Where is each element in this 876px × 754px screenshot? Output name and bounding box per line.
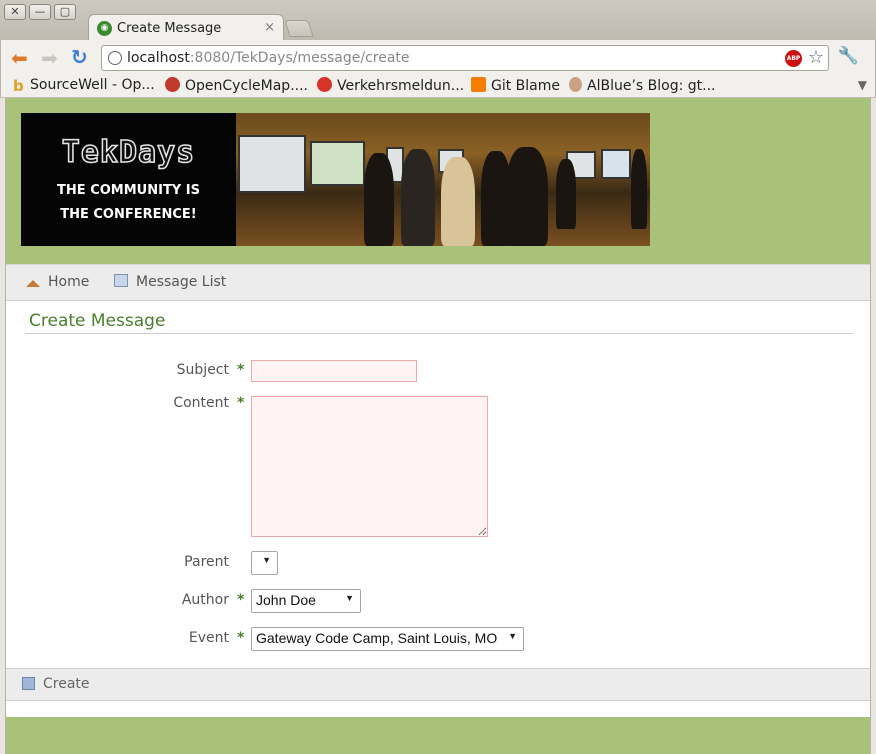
main-nav: Home Message List xyxy=(6,264,870,301)
reload-icon[interactable]: ↻ xyxy=(71,46,93,68)
event-select[interactable]: Gateway Code Camp, Saint Louis, MO ▼ xyxy=(251,627,524,651)
save-icon xyxy=(22,677,35,690)
site-logo[interactable]: TekDays THE COMMUNITY IS THE CONFERENCE! xyxy=(21,113,236,246)
bookmark-verkehrsmeldungen[interactable]: Verkehrsmeldun... xyxy=(317,77,464,94)
bookmark-opencyclemap[interactable]: OpenCycleMap.... xyxy=(165,77,308,94)
logo-tagline-2: THE CONFERENCE! xyxy=(60,207,197,222)
parent-label: Parent xyxy=(184,554,229,570)
grails-icon: ◉ xyxy=(97,21,112,36)
url-text: localhost:8080/TekDays/message/create xyxy=(127,50,410,66)
author-select[interactable]: John Doe ▼ xyxy=(251,589,361,613)
content-label: Content xyxy=(173,395,229,411)
bookmark-git-blame[interactable]: Git Blame xyxy=(471,77,560,94)
site-footer xyxy=(6,717,870,754)
bookmarks-bar: b SourceWell - Op... OpenCycleMap.... Ver… xyxy=(0,76,876,98)
required-marker: * xyxy=(237,362,245,378)
bookmark-alblue-blog[interactable]: AlBlue’s Blog: gt... xyxy=(569,77,715,94)
avatar-icon xyxy=(569,77,582,92)
author-label: Author xyxy=(181,592,229,608)
cyclist-icon xyxy=(165,77,180,92)
logo-title: TekDays xyxy=(61,134,196,171)
dropdown-arrow-icon: ▼ xyxy=(262,555,271,565)
bookmark-sourcewell[interactable]: b SourceWell - Op... xyxy=(13,77,155,95)
globe-icon xyxy=(108,51,122,65)
b-icon: b xyxy=(13,77,24,95)
chevron-down-icon[interactable]: ▼ xyxy=(858,78,867,92)
header-photo xyxy=(236,113,650,246)
required-marker: * xyxy=(237,592,245,608)
maximize-window-button[interactable]: ▢ xyxy=(54,4,76,20)
back-arrow-icon[interactable]: ⬅ xyxy=(11,48,33,68)
required-marker: * xyxy=(237,395,245,411)
nav-message-list-link[interactable]: Message List xyxy=(114,274,226,290)
bookmark-star-icon[interactable]: ☆ xyxy=(808,47,824,68)
page-title: Create Message xyxy=(25,311,853,334)
window-titlebar: ✕ — ▢ ◉ Create Message × xyxy=(0,0,876,42)
dropdown-arrow-icon: ▼ xyxy=(345,593,354,603)
home-icon xyxy=(26,280,40,287)
forward-arrow-icon[interactable]: ➡ xyxy=(41,48,63,68)
address-bar[interactable]: localhost:8080/TekDays/message/create AB… xyxy=(101,45,829,71)
nav-home-link[interactable]: Home xyxy=(26,274,89,290)
site-header: TekDays THE COMMUNITY IS THE CONFERENCE! xyxy=(6,98,870,264)
minimize-window-button[interactable]: — xyxy=(29,4,51,20)
content-area: Create Message xyxy=(25,311,853,334)
adblock-icon[interactable]: ABP xyxy=(785,50,802,67)
event-label: Event xyxy=(188,630,229,646)
tab-close-icon[interactable]: × xyxy=(264,20,275,35)
required-marker: * xyxy=(237,630,245,646)
web-page: TekDays THE COMMUNITY IS THE CONFERENCE!… xyxy=(5,98,871,754)
subject-label: Subject xyxy=(176,362,229,378)
subject-input[interactable] xyxy=(251,360,417,382)
browser-tab[interactable]: ◉ Create Message × xyxy=(88,14,284,42)
button-bar: Create xyxy=(6,668,870,701)
event-select-value: Gateway Code Camp, Saint Louis, MO xyxy=(256,630,498,646)
blogger-icon xyxy=(471,77,486,92)
close-window-button[interactable]: ✕ xyxy=(4,4,26,20)
list-icon xyxy=(114,274,128,287)
parent-select[interactable]: ▼ xyxy=(251,551,278,575)
dropdown-arrow-icon: ▼ xyxy=(508,631,517,641)
tab-title: Create Message xyxy=(117,21,222,36)
content-textarea[interactable] xyxy=(251,396,488,537)
wrench-icon[interactable]: 🔧 xyxy=(838,46,859,66)
new-tab-button[interactable] xyxy=(284,20,314,37)
author-select-value: John Doe xyxy=(256,592,316,608)
logo-tagline-1: THE COMMUNITY IS xyxy=(57,183,200,198)
browser-toolbar: ⬅ ➡ ↻ localhost:8080/TekDays/message/cre… xyxy=(0,40,876,76)
traffic-icon xyxy=(317,77,332,92)
create-button[interactable]: Create xyxy=(22,676,90,692)
